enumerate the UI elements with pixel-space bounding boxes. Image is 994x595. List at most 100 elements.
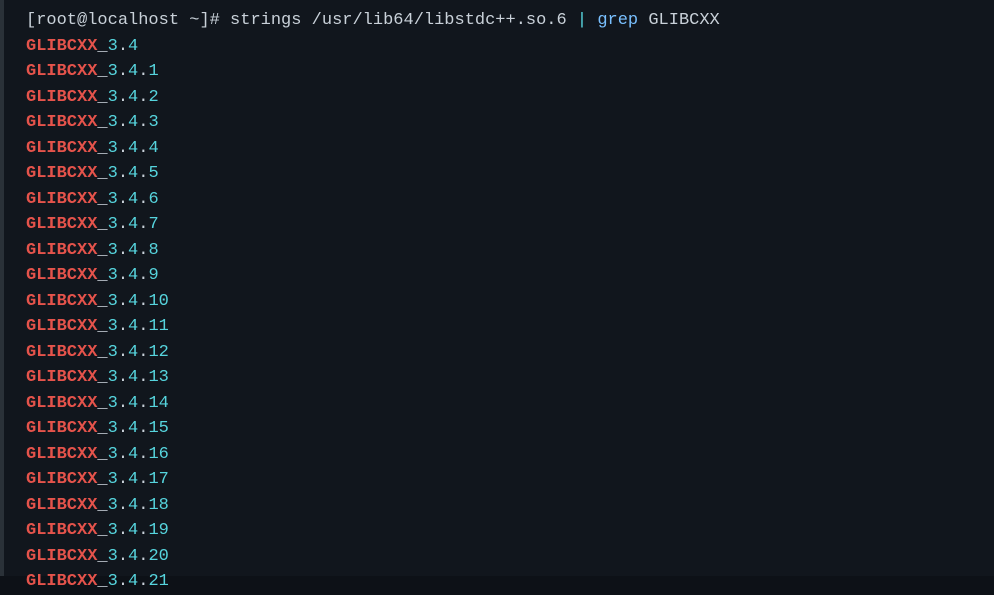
output-line: GLIBCXX_3.4.9 <box>26 263 994 289</box>
separator-underscore: _ <box>97 496 107 515</box>
output-line: GLIBCXX_3.4.21 <box>26 569 994 595</box>
separator-underscore: _ <box>97 445 107 464</box>
output-line: GLIBCXX_3.4.17 <box>26 467 994 493</box>
grep-match: GLIBCXX <box>26 343 97 362</box>
output-line: GLIBCXX_3.4.16 <box>26 442 994 468</box>
separator-underscore: _ <box>97 190 107 209</box>
output-line: GLIBCXX_3.4.6 <box>26 187 994 213</box>
separator-underscore: _ <box>97 241 107 260</box>
version-minor: 4 <box>128 190 138 209</box>
version-minor: 4 <box>128 368 138 387</box>
separator-underscore: _ <box>97 317 107 336</box>
version-dot: . <box>138 164 148 183</box>
grep-match: GLIBCXX <box>26 317 97 336</box>
version-patch: 13 <box>148 368 168 387</box>
output-line: GLIBCXX_3.4.15 <box>26 416 994 442</box>
version-dot: . <box>118 547 128 566</box>
version-major: 3 <box>108 190 118 209</box>
grep-match: GLIBCXX <box>26 445 97 464</box>
version-major: 3 <box>108 62 118 81</box>
output-line: GLIBCXX_3.4.5 <box>26 161 994 187</box>
version-minor: 4 <box>128 139 138 158</box>
prompt-space <box>179 11 189 30</box>
output-line: GLIBCXX_3.4.1 <box>26 59 994 85</box>
command-space <box>638 11 648 30</box>
output-container: GLIBCXX_3.4GLIBCXX_3.4.1GLIBCXX_3.4.2GLI… <box>26 34 994 595</box>
grep-match: GLIBCXX <box>26 88 97 107</box>
version-patch: 3 <box>148 113 158 132</box>
separator-underscore: _ <box>97 419 107 438</box>
version-dot: . <box>138 266 148 285</box>
grep-match: GLIBCXX <box>26 37 97 56</box>
version-major: 3 <box>108 419 118 438</box>
version-major: 3 <box>108 317 118 336</box>
version-dot: . <box>138 190 148 209</box>
grep-match: GLIBCXX <box>26 496 97 515</box>
output-line: GLIBCXX_3.4.11 <box>26 314 994 340</box>
separator-underscore: _ <box>97 113 107 132</box>
output-line: GLIBCXX_3.4.8 <box>26 238 994 264</box>
output-line: GLIBCXX_3.4 <box>26 34 994 60</box>
output-line: GLIBCXX_3.4.2 <box>26 85 994 111</box>
version-dot: . <box>138 139 148 158</box>
grep-match: GLIBCXX <box>26 215 97 234</box>
separator-underscore: _ <box>97 470 107 489</box>
version-patch: 1 <box>148 62 158 81</box>
version-patch: 9 <box>148 266 158 285</box>
version-minor: 4 <box>128 164 138 183</box>
version-dot: . <box>138 470 148 489</box>
command-path: /usr/lib64/libstdc++.so.6 <box>312 11 567 30</box>
terminal-window[interactable]: [root@localhost ~]# strings /usr/lib64/l… <box>0 0 994 576</box>
command-space <box>587 11 597 30</box>
version-dot: . <box>138 241 148 260</box>
version-dot: . <box>138 521 148 540</box>
version-dot: . <box>118 190 128 209</box>
grep-match: GLIBCXX <box>26 419 97 438</box>
version-minor: 4 <box>128 266 138 285</box>
version-dot: . <box>118 164 128 183</box>
version-patch: 4 <box>148 139 158 158</box>
grep-match: GLIBCXX <box>26 368 97 387</box>
version-minor: 4 <box>128 241 138 260</box>
separator-underscore: _ <box>97 62 107 81</box>
separator-underscore: _ <box>97 572 107 591</box>
output-line: GLIBCXX_3.4.7 <box>26 212 994 238</box>
separator-underscore: _ <box>97 139 107 158</box>
version-patch: 11 <box>148 317 168 336</box>
separator-underscore: _ <box>97 547 107 566</box>
output-line: GLIBCXX_3.4.3 <box>26 110 994 136</box>
grep-match: GLIBCXX <box>26 572 97 591</box>
grep-match: GLIBCXX <box>26 266 97 285</box>
version-dot: . <box>138 368 148 387</box>
version-minor: 4 <box>128 113 138 132</box>
prompt-hash: # <box>210 11 230 30</box>
version-patch: 21 <box>148 572 168 591</box>
grep-match: GLIBCXX <box>26 190 97 209</box>
version-dot: . <box>118 445 128 464</box>
separator-underscore: _ <box>97 266 107 285</box>
version-dot: . <box>118 521 128 540</box>
output-line: GLIBCXX_3.4.19 <box>26 518 994 544</box>
version-major: 3 <box>108 445 118 464</box>
version-dot: . <box>138 445 148 464</box>
grep-match: GLIBCXX <box>26 241 97 260</box>
version-minor: 4 <box>128 496 138 515</box>
command-strings: strings <box>230 11 312 30</box>
version-dot: . <box>118 37 128 56</box>
version-dot: . <box>138 62 148 81</box>
prompt-user-host: root@localhost <box>36 11 179 30</box>
version-major: 3 <box>108 88 118 107</box>
version-minor: 4 <box>128 521 138 540</box>
output-line: GLIBCXX_3.4.10 <box>26 289 994 315</box>
separator-underscore: _ <box>97 394 107 413</box>
output-line: GLIBCXX_3.4.14 <box>26 391 994 417</box>
output-line: GLIBCXX_3.4.13 <box>26 365 994 391</box>
version-major: 3 <box>108 37 118 56</box>
grep-match: GLIBCXX <box>26 292 97 311</box>
version-dot: . <box>138 317 148 336</box>
prompt-close-bracket: ] <box>199 11 209 30</box>
grep-match: GLIBCXX <box>26 521 97 540</box>
version-patch: 10 <box>148 292 168 311</box>
version-major: 3 <box>108 521 118 540</box>
version-dot: . <box>118 317 128 336</box>
